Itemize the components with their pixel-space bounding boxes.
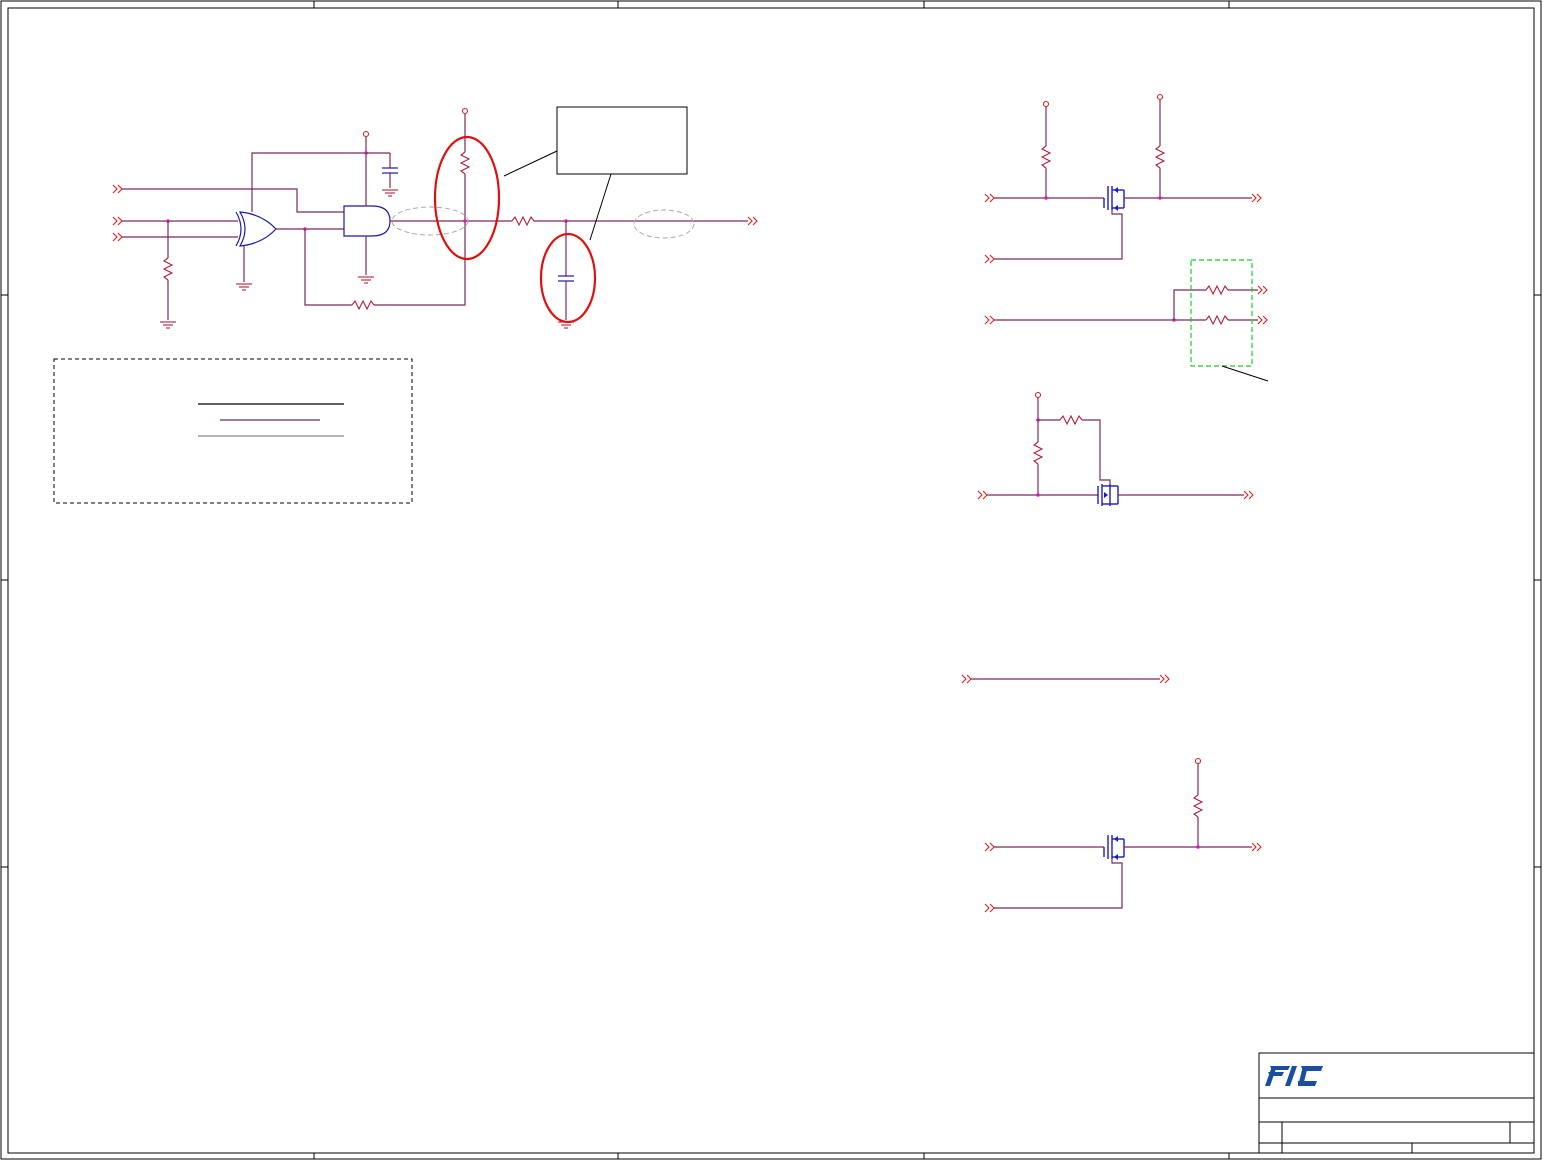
offpage-connector-icon (984, 842, 995, 852)
offpage-connector-icon (1257, 285, 1268, 295)
fic-logo-icon (1265, 1066, 1323, 1086)
pass-through-net (961, 674, 1170, 684)
ground-icon (357, 276, 375, 284)
right-level-shifter-2 (977, 391, 1254, 506)
right-level-shifter-3 (984, 757, 1262, 913)
ground-icon (159, 321, 177, 329)
offpage-connector-icon (1251, 842, 1262, 852)
resistor-icon (163, 257, 173, 281)
title-block (1258, 1052, 1535, 1154)
note-box (53, 358, 413, 504)
offpage-connector-icon (1159, 674, 1170, 684)
offpage-connector-icon (112, 216, 123, 226)
mosfet-icon (1103, 186, 1125, 211)
resistor-icon (1205, 315, 1229, 325)
resistor-icon (1205, 285, 1229, 295)
schematic-sheet (0, 0, 1542, 1160)
resistor-icon (1059, 415, 1083, 425)
ground-icon (381, 189, 399, 197)
offpage-connector-icon (984, 903, 995, 913)
xor-gate-icon (235, 211, 277, 247)
power-rail-icon (362, 130, 370, 138)
offpage-connector-icon (984, 193, 995, 203)
capacitor-icon (558, 275, 574, 282)
resistor-icon (1155, 145, 1165, 169)
offpage-connector-icon (1251, 193, 1262, 203)
resistor-icon (511, 216, 535, 226)
offpage-connector-icon (1243, 490, 1254, 500)
resistor-option-block (984, 259, 1269, 382)
offpage-connector-icon (747, 216, 758, 226)
sheet-frame (0, 0, 1542, 1160)
offpage-connector-icon (984, 315, 995, 325)
and-gate-icon (343, 205, 391, 237)
capacitor-icon (382, 167, 398, 174)
power-rail-icon (1034, 391, 1042, 399)
offpage-connector-icon (112, 232, 123, 242)
callout-box (556, 106, 688, 175)
left-logic-circuit (112, 106, 758, 329)
mosfet-icon (1097, 484, 1119, 506)
highlight-circle (433, 135, 501, 261)
resistor-icon (1193, 794, 1203, 818)
right-level-shifter-1 (984, 93, 1262, 264)
ground-icon (235, 283, 253, 291)
offpage-connector-icon (984, 254, 995, 264)
offpage-connector-icon (1257, 315, 1268, 325)
power-rail-icon (461, 107, 469, 115)
power-rail-icon (1194, 757, 1202, 765)
highlight-circle (539, 232, 597, 324)
offpage-connector-icon (961, 674, 972, 684)
resistor-icon (460, 151, 470, 175)
offpage-connector-icon (977, 490, 988, 500)
power-rail-icon (1156, 93, 1164, 101)
resistor-icon (1033, 441, 1043, 465)
power-rail-icon (1042, 100, 1050, 108)
resistor-icon (1041, 145, 1051, 169)
mosfet-icon (1103, 835, 1125, 860)
resistor-icon (351, 300, 375, 310)
offpage-connector-icon (112, 184, 123, 194)
